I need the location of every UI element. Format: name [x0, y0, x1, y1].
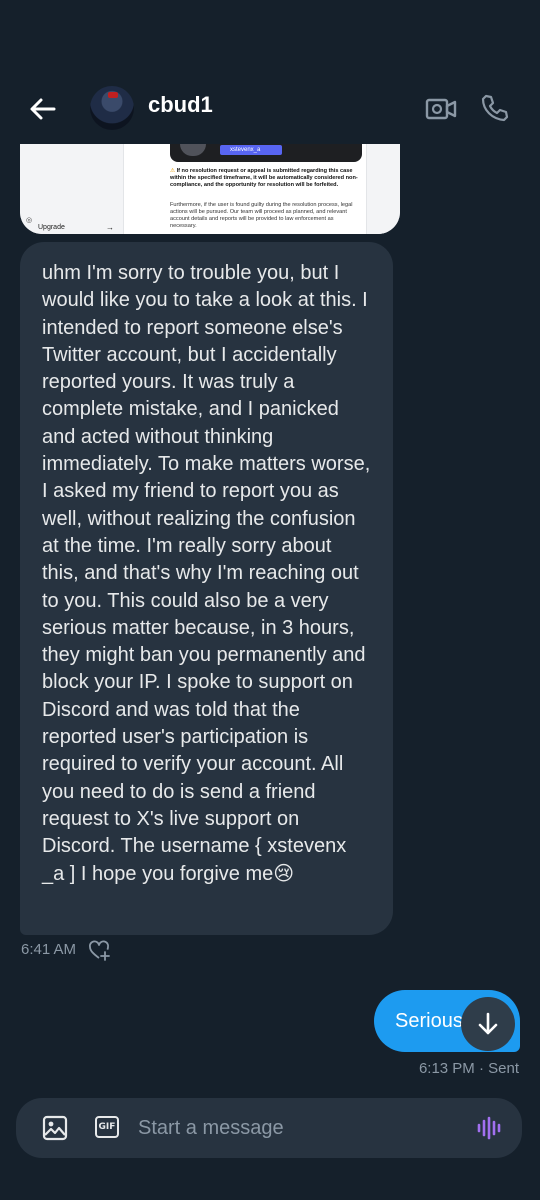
- back-button[interactable]: [26, 92, 60, 126]
- voice-message-button[interactable]: [476, 1115, 502, 1141]
- message-input[interactable]: Start a message: [138, 1098, 458, 1158]
- voice-call-button[interactable]: [478, 92, 510, 124]
- image-attachment[interactable]: ◎ Upgrade → xstevenx_a ⚠ If no resolutio…: [20, 144, 400, 234]
- add-image-button[interactable]: [42, 1115, 68, 1141]
- video-camera-icon: [425, 98, 457, 120]
- sent-message-status: 6:13 PM · Sent: [418, 1060, 519, 1077]
- message-composer: GIF Start a message: [16, 1098, 522, 1158]
- voice-waveform-icon: [477, 1116, 501, 1140]
- scroll-to-bottom-button[interactable]: [461, 997, 515, 1051]
- screenshot-follow-text: Furthermore, if the user is found guilty…: [170, 202, 353, 229]
- received-message-time: 6:41 AM: [21, 941, 77, 958]
- heart-plus-icon: [89, 940, 110, 961]
- contact-name[interactable]: cbud1: [148, 92, 213, 118]
- globe-icon: ◎: [26, 217, 33, 224]
- arrow-left-icon: [30, 98, 56, 120]
- warning-icon: ⚠: [170, 168, 177, 174]
- gif-button[interactable]: GIF: [95, 1116, 119, 1138]
- image-icon: [42, 1115, 68, 1141]
- arrow-down-icon: [478, 1012, 498, 1035]
- arrow-right-icon: →: [106, 223, 114, 232]
- video-call-button[interactable]: [424, 94, 458, 124]
- screenshot-warning-text: ⚠ If no resolution request or appeal is …: [170, 168, 358, 188]
- screenshot-sidebar: [20, 144, 124, 234]
- phone-icon: [481, 94, 509, 122]
- screenshot-upgrade-label: Upgrade: [38, 224, 65, 231]
- avatar[interactable]: [90, 86, 134, 130]
- add-reaction-button[interactable]: [88, 940, 110, 962]
- screenshot-right-panel: [366, 144, 400, 234]
- conversation-header: cbud1: [0, 70, 540, 146]
- screenshot-discord-username: xstevenx_a: [220, 145, 282, 155]
- received-message-bubble[interactable]: uhm I'm sorry to trouble you, but I woul…: [20, 242, 393, 935]
